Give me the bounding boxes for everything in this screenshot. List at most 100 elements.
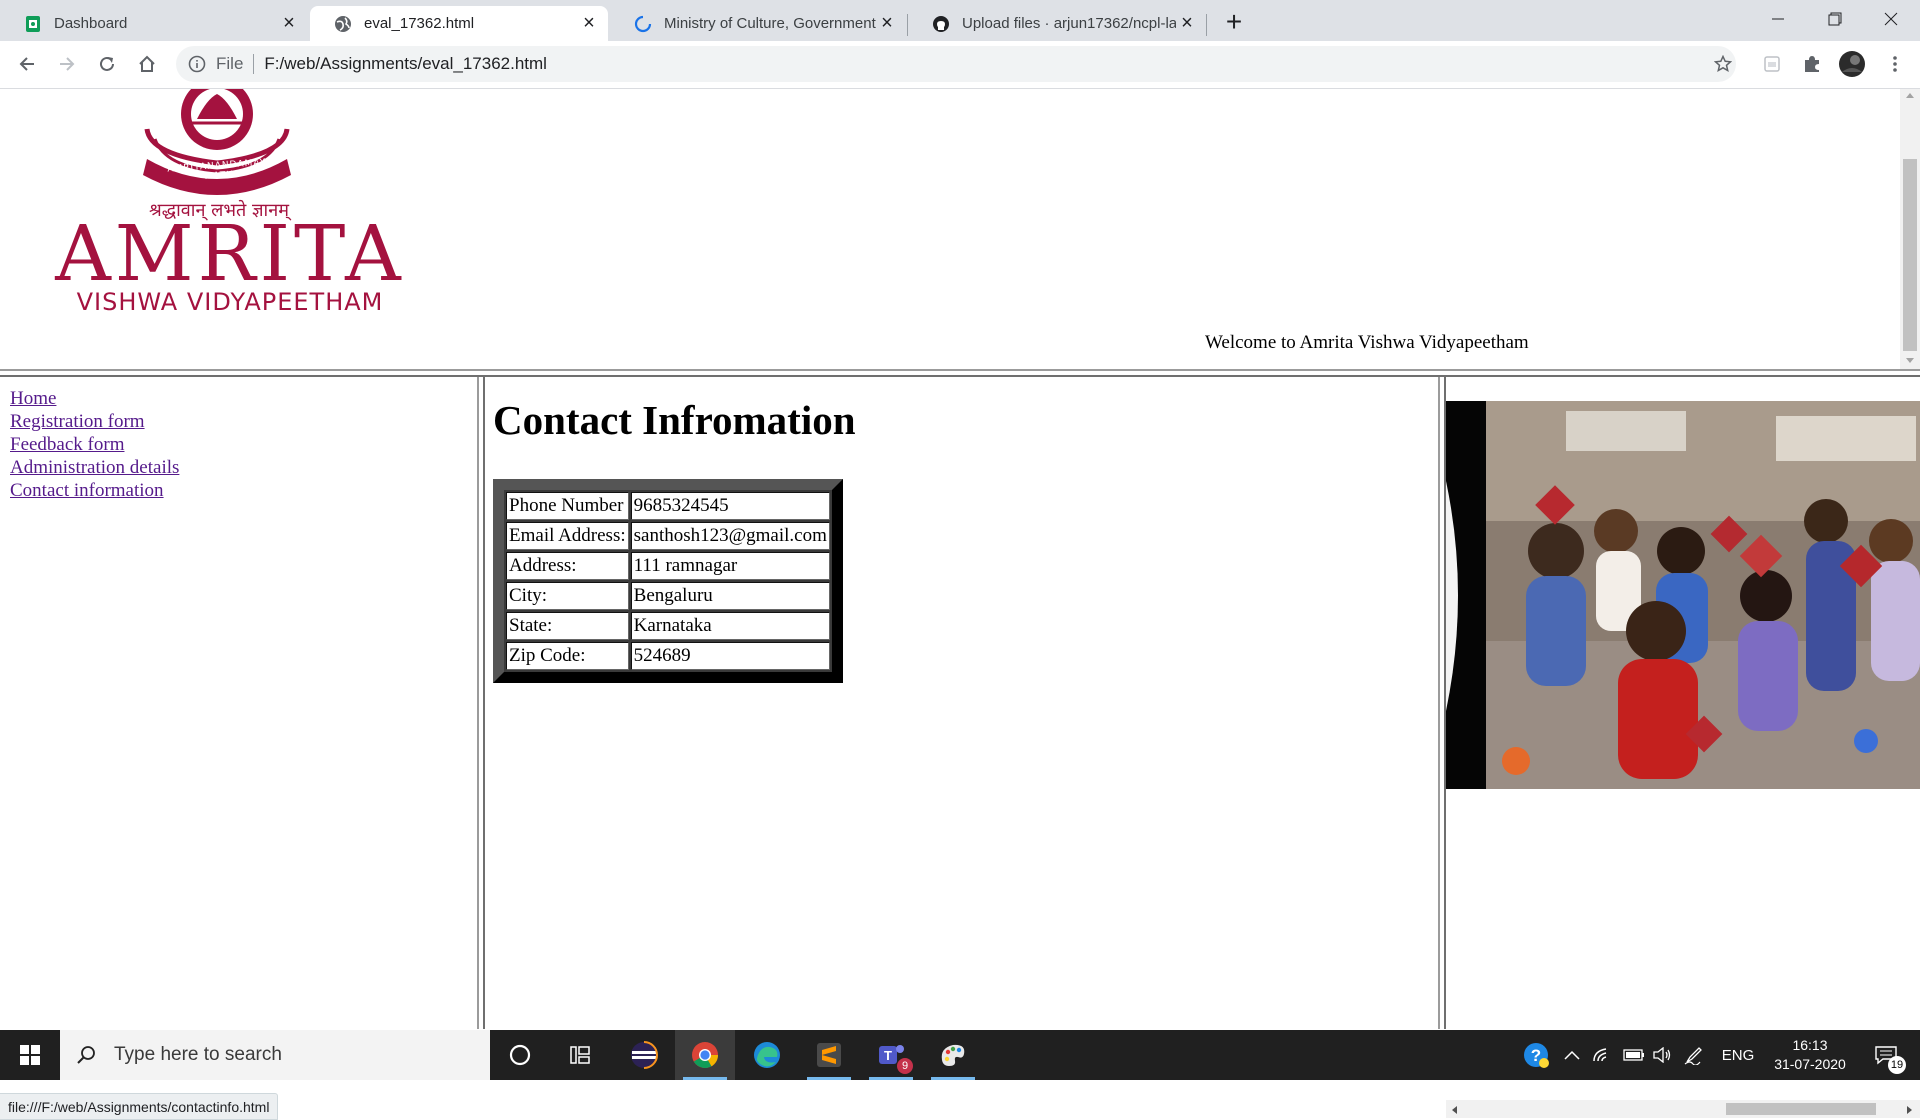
nav-link-administration[interactable]: Administration details — [10, 456, 179, 479]
edge-icon[interactable] — [737, 1030, 797, 1080]
image-horizontal-scrollbar[interactable] — [1446, 1100, 1920, 1118]
loading-spinner-icon — [634, 15, 652, 33]
header-scrollbar[interactable] — [1900, 89, 1920, 369]
main-frame: Contact Infromation Phone Number 96853245… — [485, 377, 1438, 1029]
language-indicator[interactable]: ENG — [1716, 1030, 1760, 1080]
nav-link-contact[interactable]: Contact information — [10, 479, 179, 502]
teams-icon[interactable]: T 9 — [861, 1030, 921, 1080]
back-button[interactable] — [10, 47, 44, 81]
home-button[interactable] — [130, 47, 164, 81]
table-row: Email Address: santhosh123@gmail.com — [506, 522, 830, 550]
divider — [253, 54, 255, 74]
contact-field-value: santhosh123@gmail.com — [630, 522, 830, 550]
amrita-logo: AMRITANANDAMAYI MATH श्रद्धावान् लभते ज्… — [55, 89, 405, 324]
new-tab-button[interactable]: + — [1218, 6, 1250, 38]
tab-label: Upload files · arjun17362/ncpl-lal — [962, 15, 1176, 32]
contact-field-value: 111 ramnagar — [630, 552, 830, 580]
contact-field-label: Address: — [506, 552, 629, 580]
notification-badge: 19 — [1888, 1056, 1906, 1074]
wifi-icon[interactable] — [1588, 1030, 1616, 1080]
windows-taskbar: Type here to search T 9 ? ENG 16:13 31-0… — [0, 1030, 1920, 1080]
nav-link-feedback[interactable]: Feedback form — [10, 433, 179, 456]
frame-divider[interactable] — [1438, 377, 1446, 1029]
tab-strip: Dashboard × eval_17362.html × Ministry o… — [0, 0, 1920, 41]
close-icon[interactable]: × — [278, 12, 300, 35]
welcome-text: Welcome to Amrita Vishwa Vidyapeetham — [1205, 332, 1529, 353]
close-icon[interactable]: × — [876, 12, 898, 35]
scrollbar-thumb[interactable] — [1903, 159, 1917, 351]
windows-start-icon[interactable] — [0, 1030, 60, 1080]
contact-field-value: Karnataka — [630, 612, 830, 640]
sublime-text-icon[interactable] — [799, 1030, 859, 1080]
image-frame — [1446, 377, 1920, 1029]
task-view-icon[interactable] — [550, 1030, 610, 1080]
svg-text:T: T — [884, 1048, 892, 1063]
contact-field-value: 524689 — [630, 642, 830, 670]
tab-label: Dashboard — [54, 15, 128, 32]
contact-table: Phone Number 9685324545 Email Address: sant… — [493, 479, 843, 683]
contact-field-label: Zip Code: — [506, 642, 629, 670]
tab-github-upload[interactable]: Upload files · arjun17362/ncpl-lal × — [908, 6, 1206, 41]
tab-eval[interactable]: eval_17362.html × — [310, 6, 608, 41]
google-classroom-icon — [24, 15, 42, 33]
taskbar-search-box[interactable]: Type here to search — [60, 1030, 490, 1080]
nav-frame: Home Registration form Feedback form Adm… — [0, 377, 477, 1029]
tab-ministry-of-culture[interactable]: Ministry of Culture, Government × — [610, 6, 906, 41]
eclipse-icon[interactable] — [614, 1030, 674, 1080]
forward-button[interactable] — [50, 47, 84, 81]
nav-link-registration[interactable]: Registration form — [10, 410, 179, 433]
tab-separator — [1206, 14, 1207, 36]
kebab-menu-icon[interactable] — [1880, 49, 1910, 79]
chevron-up-icon[interactable] — [1560, 1030, 1584, 1080]
nav-links: Home Registration form Feedback form Adm… — [10, 387, 179, 502]
status-bar-url: file:///F:/web/Assignments/contactinfo.h… — [0, 1093, 279, 1120]
window-close-button[interactable] — [1862, 0, 1920, 38]
contact-field-label: City: — [506, 582, 629, 610]
close-icon[interactable]: × — [578, 12, 600, 35]
contact-field-value: 9685324545 — [630, 492, 830, 520]
frame-divider[interactable] — [0, 369, 1920, 377]
chrome-icon[interactable] — [675, 1030, 735, 1080]
contact-field-value: Bengaluru — [630, 582, 830, 610]
help-icon[interactable]: ? — [1518, 1030, 1554, 1080]
clock-time: 16:13 — [1792, 1037, 1828, 1053]
info-icon[interactable] — [188, 55, 206, 73]
nav-link-home[interactable]: Home — [10, 387, 179, 410]
clock-date: 31-07-2020 — [1774, 1056, 1846, 1072]
search-placeholder: Type here to search — [114, 1044, 282, 1065]
extension-icon[interactable] — [1757, 49, 1787, 79]
contact-field-label: Phone Number — [506, 492, 629, 520]
address-bar[interactable]: File F:/web/Assignments/eval_17362.html — [176, 46, 1736, 82]
clock[interactable]: 16:13 31-07-2020 — [1764, 1030, 1856, 1080]
puzzle-icon[interactable] — [1797, 49, 1827, 79]
cortana-icon[interactable] — [490, 1030, 550, 1080]
reload-button[interactable] — [90, 47, 124, 81]
close-icon[interactable]: × — [1176, 12, 1198, 35]
table-row: State: Karnataka — [506, 612, 830, 640]
url-text[interactable]: F:/web/Assignments/eval_17362.html — [264, 54, 547, 74]
restore-button[interactable] — [1806, 0, 1864, 38]
minimize-button[interactable] — [1749, 0, 1807, 38]
github-icon — [932, 15, 950, 33]
notification-center-icon[interactable]: 19 — [1862, 1030, 1910, 1080]
tab-dashboard[interactable]: Dashboard × — [0, 6, 308, 41]
page-title: Contact Infromation — [493, 397, 856, 443]
contact-field-label: State: — [506, 612, 629, 640]
battery-icon[interactable] — [1620, 1030, 1648, 1080]
page-content: AMRITANANDAMAYI MATH श्रद्धावान् लभते ज्… — [0, 89, 1920, 1120]
paint-icon[interactable] — [923, 1030, 983, 1080]
browser-toolbar: File F:/web/Assignments/eval_17362.html — [0, 41, 1920, 89]
table-row: Address: 111 ramnagar — [506, 552, 830, 580]
logo-name: AMRITA — [55, 210, 405, 299]
pen-icon[interactable] — [1680, 1030, 1708, 1080]
star-icon[interactable] — [1708, 49, 1738, 79]
scrollbar-thumb[interactable] — [1726, 1103, 1876, 1115]
search-icon — [76, 1045, 96, 1065]
speaker-icon[interactable] — [1648, 1030, 1676, 1080]
frame-divider[interactable] — [477, 377, 485, 1029]
classroom-photo — [1446, 401, 1920, 789]
header-frame: AMRITANANDAMAYI MATH श्रद्धावान् लभते ज्… — [0, 89, 1900, 369]
scheme-label: File — [216, 54, 244, 73]
avatar[interactable] — [1837, 49, 1867, 79]
table-row: Zip Code: 524689 — [506, 642, 830, 670]
